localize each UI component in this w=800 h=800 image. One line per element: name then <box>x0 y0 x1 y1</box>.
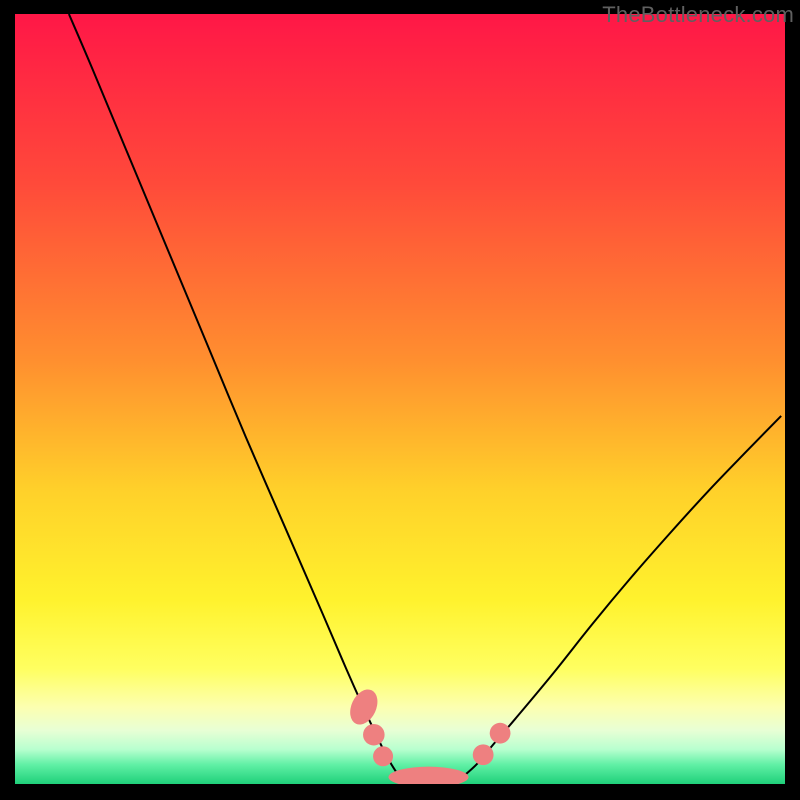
data-marker <box>473 744 494 765</box>
chart-frame <box>15 14 785 784</box>
data-marker <box>490 723 511 744</box>
gradient-background <box>15 14 785 784</box>
bottleneck-chart <box>15 14 785 784</box>
data-marker <box>363 724 385 746</box>
data-marker <box>373 746 393 766</box>
watermark-text: TheBottleneck.com <box>602 2 794 28</box>
